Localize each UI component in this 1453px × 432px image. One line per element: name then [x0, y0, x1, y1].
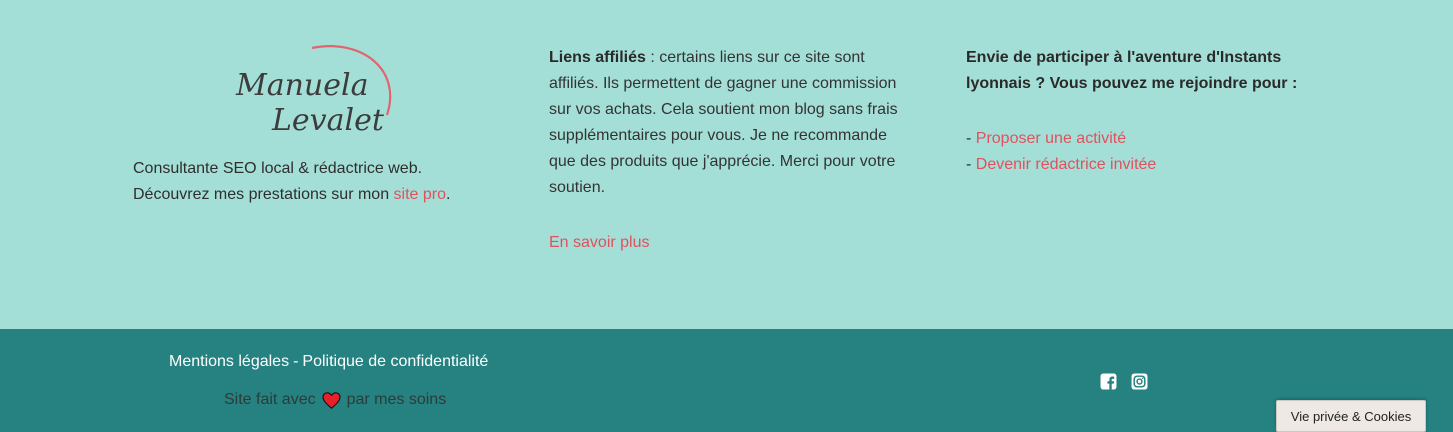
instagram-icon[interactable] — [1131, 373, 1148, 390]
list-item: - Devenir rédactrice invitée — [966, 156, 1157, 173]
propose-activity-link[interactable]: Proposer une activité — [976, 130, 1126, 147]
legal-separator: - — [293, 353, 299, 370]
logo-line1: Manuela — [235, 68, 368, 103]
heart-icon — [322, 391, 341, 409]
legal-links: Mentions légales - Politique de confidenti… — [169, 350, 488, 374]
site-logo[interactable]: Manuela Levalet — [232, 40, 402, 140]
footer-bar — [0, 329, 1453, 432]
affiliate-paragraph: Liens affiliés : certains liens sur ce s… — [549, 45, 909, 201]
made-suffix: par mes soins — [346, 391, 447, 408]
logo-line2: Levalet — [271, 103, 385, 138]
privacy-policy-link[interactable]: Politique de confidentialité — [302, 353, 488, 370]
facebook-icon[interactable] — [1100, 373, 1117, 390]
legal-notice-link[interactable]: Mentions légales — [169, 353, 289, 370]
about-line1: Consultante SEO local & rédactrice web. — [133, 160, 423, 177]
affiliate-title: Liens affiliés — [549, 49, 646, 66]
privacy-cookies-button[interactable]: Vie privée & Cookies — [1276, 400, 1426, 432]
join-heading: Envie de participer à l'aventure d'Insta… — [966, 49, 1298, 92]
social-links — [1100, 373, 1148, 390]
site-pro-link[interactable]: site pro — [394, 186, 446, 203]
about-line2: Découvrez mes prestations sur mon site p… — [133, 186, 451, 203]
learn-more-link[interactable]: En savoir plus — [549, 234, 650, 251]
affiliate-text: : certains liens sur ce site sont affili… — [549, 49, 898, 196]
about-text: Consultante SEO local & rédactrice web. … — [133, 156, 513, 208]
guest-writer-link[interactable]: Devenir rédactrice invitée — [976, 156, 1157, 173]
join-section: Envie de participer à l'aventure d'Insta… — [966, 45, 1326, 178]
affiliate-notice: Liens affiliés : certains liens sur ce s… — [549, 45, 909, 256]
footer-widgets-area: Manuela Levalet Consultante SEO local & … — [0, 0, 1453, 329]
list-item: - Proposer une activité — [966, 130, 1127, 147]
made-with-love: Site fait avec par mes soins — [224, 388, 446, 412]
made-prefix: Site fait avec — [224, 391, 316, 408]
